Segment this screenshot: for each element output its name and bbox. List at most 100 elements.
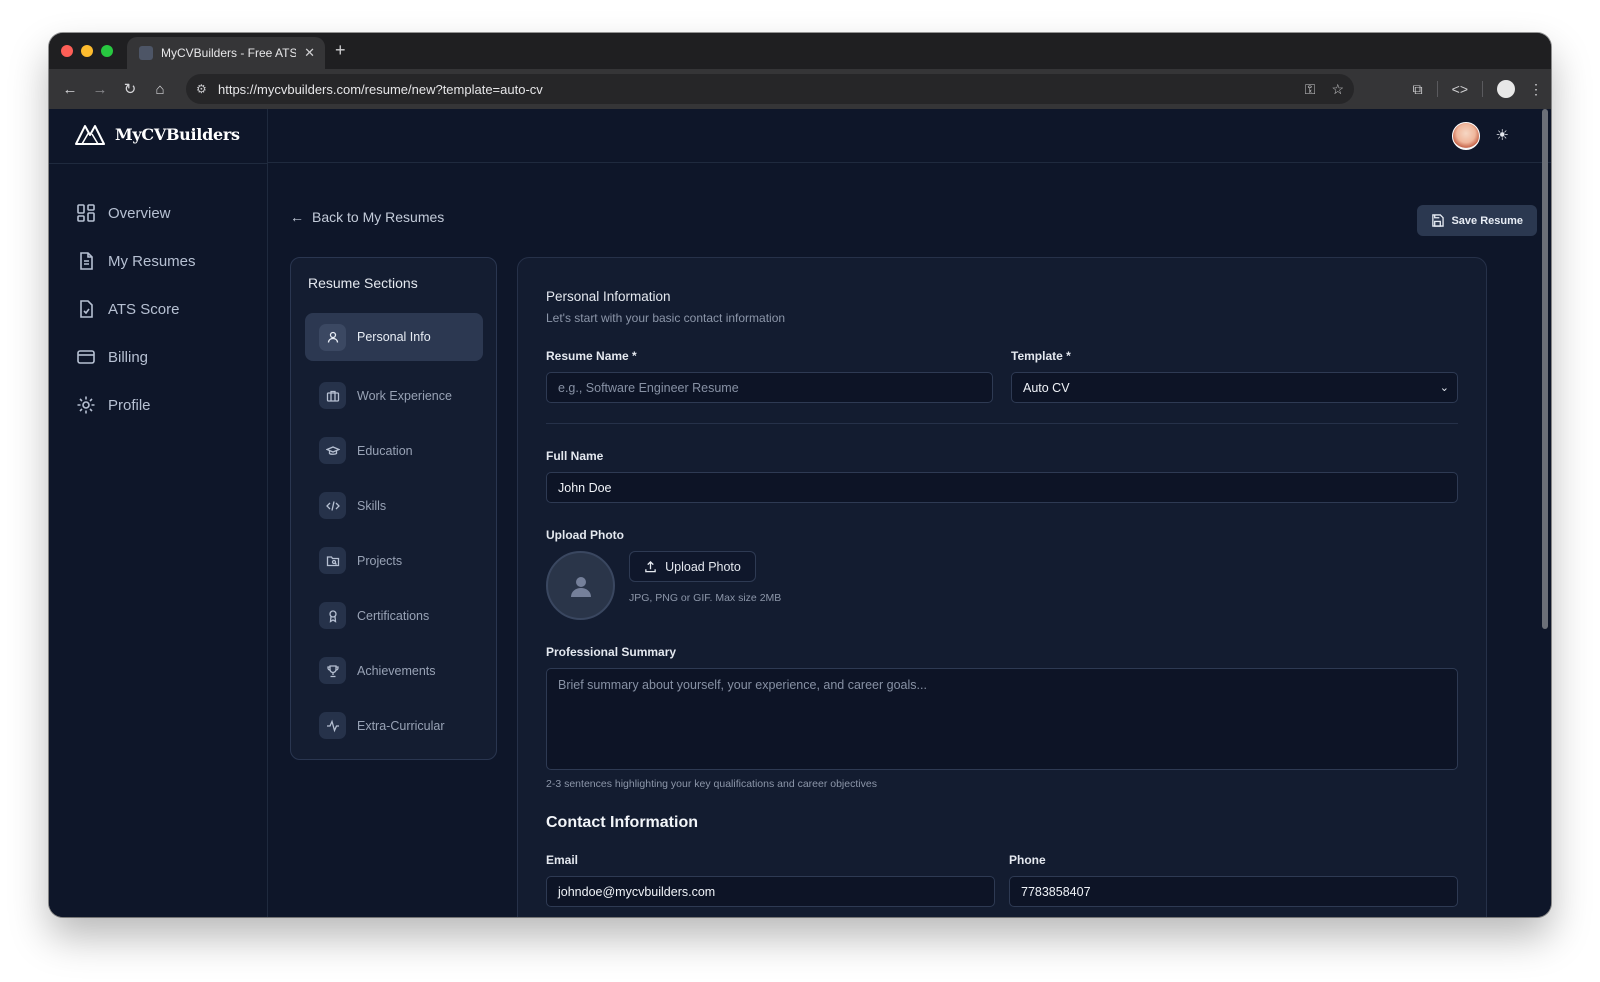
address-bar[interactable]: ⚙ https://mycvbuilders.com/resume/new?te… xyxy=(186,74,1354,104)
toolbar-separator xyxy=(1436,81,1438,97)
section-label: Skills xyxy=(357,498,387,513)
sidebar-item-ats-score[interactable]: ATS Score xyxy=(76,285,196,333)
save-button-label: Save Resume xyxy=(1451,214,1523,227)
app-page: MyCVBuilders Overview My Resumes ATS Sco… xyxy=(49,109,1551,917)
brand-name: MyCVBuilders xyxy=(115,124,240,144)
summary-textarea[interactable]: Brief summary about yourself, your exper… xyxy=(546,668,1458,770)
sections-title: Resume Sections xyxy=(308,275,418,291)
mountain-logo-icon xyxy=(75,125,105,145)
full-name-input[interactable]: John Doe xyxy=(546,472,1458,503)
section-icon-box xyxy=(319,712,346,739)
upload-button-label: Upload Photo xyxy=(665,559,741,574)
back-arrow-icon[interactable]: ← xyxy=(55,81,85,98)
trophy-icon xyxy=(326,664,339,677)
sidebar-item-label: Billing xyxy=(108,348,149,366)
section-icon-box xyxy=(319,657,346,684)
sidebar-item-overview[interactable]: Overview xyxy=(76,189,196,237)
upload-hint: JPG, PNG or GIF. Max size 2MB xyxy=(629,592,782,604)
activity-icon xyxy=(326,719,339,732)
save-resume-button[interactable]: Save Resume xyxy=(1417,205,1537,236)
section-icon-box xyxy=(319,437,346,464)
section-label: Projects xyxy=(357,553,403,568)
browser-tab[interactable]: MyCVBuilders - Free ATS-Fri ✕ xyxy=(127,37,325,69)
section-label: Extra-Curricular xyxy=(357,718,445,733)
section-projects[interactable]: Projects xyxy=(305,533,483,588)
summary-label: Professional Summary xyxy=(546,645,677,659)
sidebar-item-label: My Resumes xyxy=(108,252,196,270)
section-certifications[interactable]: Certifications xyxy=(305,588,483,643)
minimize-window-button[interactable] xyxy=(81,45,93,57)
chevron-down-icon: ⌄ xyxy=(1439,382,1449,394)
phone-input[interactable]: 7783858407 xyxy=(1009,876,1458,907)
browser-profile-icon[interactable] xyxy=(1497,80,1515,98)
section-icon-box xyxy=(319,492,346,519)
template-select[interactable]: Auto CV ⌄ xyxy=(1011,372,1458,403)
extensions-icon[interactable]: ⧉ xyxy=(1413,81,1423,98)
sidebar-item-billing[interactable]: Billing xyxy=(76,333,196,381)
sidebar-nav: Overview My Resumes ATS Score Billing Pr… xyxy=(76,189,196,429)
key-icon[interactable]: ⚿ xyxy=(1305,81,1316,98)
section-label: Personal Info xyxy=(357,330,431,344)
close-window-button[interactable] xyxy=(61,45,73,57)
grid-icon xyxy=(77,204,95,222)
resume-name-input[interactable]: e.g., Software Engineer Resume xyxy=(546,372,993,403)
new-tab-icon[interactable]: + xyxy=(335,40,346,61)
save-icon xyxy=(1432,214,1445,227)
award-icon xyxy=(328,609,337,623)
section-icon-box xyxy=(319,323,346,351)
arrow-left-icon: ← xyxy=(290,209,304,225)
section-education[interactable]: Education xyxy=(305,423,483,478)
sections-list: Personal Info Work Experience Education … xyxy=(305,313,483,753)
toolbar-separator xyxy=(1482,81,1483,97)
section-extra-curricular[interactable]: Extra-Curricular xyxy=(305,698,483,753)
star-icon[interactable]: ☆ xyxy=(1331,81,1344,98)
section-skills[interactable]: Skills xyxy=(305,478,483,533)
sidebar-item-label: Profile xyxy=(108,396,151,414)
section-personal-info[interactable]: Personal Info xyxy=(305,313,483,361)
site-settings-icon[interactable]: ⚙ xyxy=(196,82,218,96)
section-icon-box xyxy=(319,547,346,574)
back-to-resumes-link[interactable]: ← Back to My Resumes xyxy=(290,209,444,225)
section-label: Work Experience xyxy=(357,388,452,403)
document-icon xyxy=(80,252,93,270)
phone-label: Phone xyxy=(1009,853,1046,867)
section-achievements[interactable]: Achievements xyxy=(305,643,483,698)
section-icon-box xyxy=(319,382,346,409)
avatar[interactable] xyxy=(1452,122,1480,150)
section-label: Achievements xyxy=(357,663,436,678)
forward-arrow-icon[interactable]: → xyxy=(85,81,115,98)
contact-info-title: Contact Information xyxy=(546,814,698,831)
folder-icon xyxy=(326,555,339,566)
top-bar: ☀ xyxy=(268,109,1551,163)
user-icon xyxy=(327,331,338,343)
upload-photo-label: Upload Photo xyxy=(546,528,624,542)
email-input[interactable]: johndoe@mycvbuilders.com xyxy=(546,876,995,907)
sun-icon[interactable]: ☀ xyxy=(1496,126,1509,144)
sidebar-item-my-resumes[interactable]: My Resumes xyxy=(76,237,196,285)
gear-icon xyxy=(77,396,95,414)
maximize-window-button[interactable] xyxy=(101,45,113,57)
upload-icon xyxy=(645,560,656,573)
email-label: Email xyxy=(546,853,579,867)
section-work-experience[interactable]: Work Experience xyxy=(305,368,483,423)
brand-logo[interactable]: MyCVBuilders xyxy=(75,123,240,145)
section-icon-box xyxy=(319,602,346,629)
section-label: Certifications xyxy=(357,608,430,623)
page-scrollbar[interactable] xyxy=(1542,109,1548,629)
sidebar-item-label: Overview xyxy=(108,204,171,222)
form-subtitle: Let's start with your basic contact info… xyxy=(546,311,786,325)
file-check-icon xyxy=(80,300,93,318)
sidebar-item-profile[interactable]: Profile xyxy=(76,381,196,429)
favicon-icon xyxy=(139,46,153,60)
reload-icon[interactable]: ↻ xyxy=(115,80,145,98)
devtools-icon[interactable]: <> xyxy=(1452,81,1468,97)
upload-photo-button[interactable]: Upload Photo xyxy=(629,551,756,582)
briefcase-icon xyxy=(326,390,339,402)
menu-icon[interactable]: ⋮ xyxy=(1529,81,1543,98)
section-label: Education xyxy=(357,443,413,458)
personal-info-form: Personal Information Let's start with yo… xyxy=(517,257,1487,917)
url-text: https://mycvbuilders.com/resume/new?temp… xyxy=(218,81,543,97)
close-tab-icon[interactable]: ✕ xyxy=(304,45,315,61)
home-icon[interactable]: ⌂ xyxy=(145,81,175,98)
resume-name-label: Resume Name * xyxy=(546,349,637,363)
